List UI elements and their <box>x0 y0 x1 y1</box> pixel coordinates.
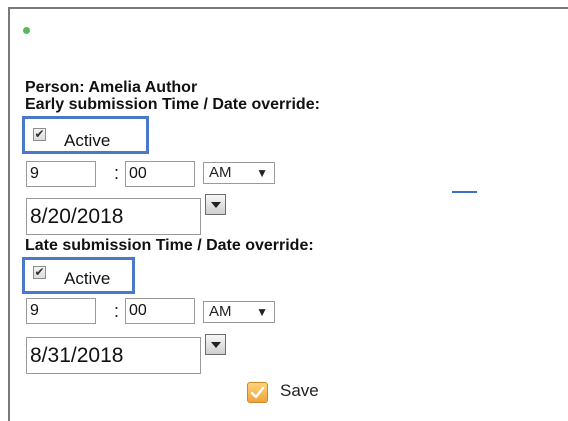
late-hour-input[interactable] <box>26 298 96 324</box>
chevron-down-icon: ▼ <box>256 305 268 319</box>
early-minute-input[interactable] <box>125 161 195 187</box>
late-date-input[interactable] <box>26 337 201 374</box>
dash-marker <box>452 191 477 193</box>
dropdown-arrow-icon <box>211 342 221 348</box>
early-ampm-select[interactable]: AM ▼ <box>203 162 275 184</box>
late-override-heading: Late submission Time / Date override: <box>25 237 314 254</box>
early-hour-input[interactable] <box>26 161 96 187</box>
time-separator: : <box>114 163 120 183</box>
checkbox-check-icon <box>247 382 268 403</box>
save-label: Save <box>280 381 319 400</box>
early-active-checkbox[interactable]: ✔ <box>33 128 46 141</box>
late-ampm-value: AM <box>209 303 232 320</box>
early-override-heading: Early submission Time / Date override: <box>25 96 320 113</box>
check-mark-icon: ✔ <box>34 265 45 279</box>
early-active-label: Active <box>64 131 111 150</box>
early-ampm-value: AM <box>209 164 232 181</box>
late-minute-input[interactable] <box>125 298 195 324</box>
time-separator: : <box>114 301 120 321</box>
chevron-down-icon: ▼ <box>256 166 268 180</box>
late-date-picker-button[interactable] <box>205 334 226 355</box>
status-dot-icon <box>23 27 30 34</box>
early-date-input[interactable] <box>26 198 201 235</box>
late-active-checkbox[interactable]: ✔ <box>33 266 46 279</box>
early-date-picker-button[interactable] <box>205 194 226 215</box>
check-mark-icon: ✔ <box>34 127 45 141</box>
person-label: Person: Amelia Author <box>25 79 198 96</box>
late-ampm-select[interactable]: AM ▼ <box>203 301 275 323</box>
late-active-label: Active <box>64 269 111 288</box>
dropdown-arrow-icon <box>211 202 221 208</box>
